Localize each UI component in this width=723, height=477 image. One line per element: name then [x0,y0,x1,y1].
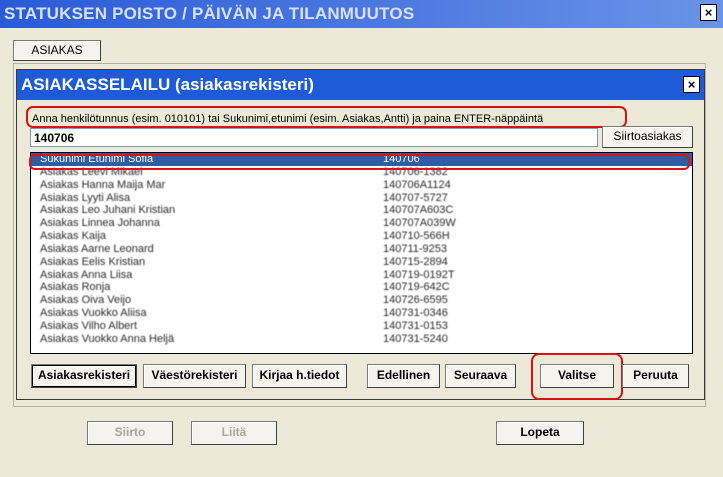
list-item-id: 140707A603C [383,204,454,217]
list-item[interactable]: Asiakas Vuokko Anna Heljä 140731-5240 [31,333,692,346]
dialog-title: ASIAKASSELAILU (asiakasrekisteri) [17,70,704,100]
next-button[interactable]: Seuraava [445,364,516,388]
list-item-id: 140706A1124 [383,178,451,191]
quit-button[interactable]: Lopeta [496,421,584,445]
list-item[interactable]: Asiakas Lyyti Alisa 140707-5727 [31,192,692,205]
tab-asiakas[interactable]: ASIAKAS [13,40,101,61]
write-info-button[interactable]: Kirjaa h.tiedot [252,364,347,388]
list-item[interactable]: Asiakas Hanna Maija Mar 140706A1124 [31,179,692,192]
move-button[interactable]: Siirto [87,421,173,445]
list-item-id: 140719-642C [383,281,450,294]
dialog-close-icon[interactable]: × [683,76,700,93]
list-item-name: Asiakas Aarne Leonard [40,242,154,255]
list-item-id: 140726-6595 [383,294,448,307]
list-item[interactable]: Asiakas Kaija 140710-566H [31,230,692,243]
list-item-name: Asiakas Ronja [40,281,111,294]
cancel-button[interactable]: Peruuta [622,364,689,388]
highlight-ring-select [531,353,623,400]
highlight-ring-instruction [26,106,627,128]
list-item-name: Asiakas Hanna Maija Mar [40,178,166,191]
list-item[interactable]: Asiakas Vilho Albert 140731-0153 [31,320,692,333]
highlight-ring-selected-row [29,154,690,170]
list-item-name: Asiakas Vuokko Anna Heljä [40,332,175,345]
list-item[interactable]: Asiakas Aarne Leonard 140711-9253 [31,243,692,256]
list-item-name: Asiakas Eelis Kristian [40,255,146,268]
list-item-name: Asiakas Leo Juhani Kristian [40,204,176,217]
list-item-id: 140719-0192T [383,268,455,281]
list-item-id: 140731-5240 [383,332,448,345]
list-item-id: 140731-0153 [383,319,448,332]
list-item-id: 140710-566H [383,230,450,243]
transfer-customer-button[interactable]: Siirtoasiakas [602,126,693,148]
window-title: STATUKSEN POISTO / PÄIVÄN JA TILANMUUTOS [0,0,723,28]
list-item-name: Asiakas Oiva Veijo [40,294,132,307]
window-close-icon[interactable]: × [700,4,717,21]
list-item-name: Asiakas Lyyti Alisa [40,191,131,204]
list-item-id: 140707A039W [383,217,456,230]
list-item-name: Asiakas Vuokko Aliisa [40,307,147,320]
list-item-id: 140715-2894 [383,255,448,268]
results-list[interactable]: Sukunimi Etunimi Sofia 140706 Asiakas Leev… [30,152,693,354]
list-item[interactable]: Asiakas Vuokko Aliisa 140731-0346 [31,307,692,320]
population-registry-button[interactable]: Väestörekisteri [143,364,246,388]
list-item[interactable]: Asiakas Linnea Johanna 140707A039W [31,217,692,230]
list-item-name: Asiakas Anna Liisa [40,268,133,281]
list-item-name: Asiakas Vilho Albert [40,319,138,332]
list-item-id: 140711-9253 [383,242,448,255]
list-item[interactable]: Asiakas Eelis Kristian 140715-2894 [31,256,692,269]
list-item[interactable]: Asiakas Ronja 140719-642C [31,281,692,294]
list-item-id: 140731-0346 [383,307,448,320]
customer-browse-dialog: ASIAKASSELAILU (asiakasrekisteri) × Anna… [16,69,705,400]
list-item-name: Asiakas Linnea Johanna [40,217,160,230]
list-item-id: 140707-5727 [383,191,448,204]
list-item[interactable]: Asiakas Oiva Veijo 140726-6595 [31,294,692,307]
attach-button[interactable]: Liitä [191,421,277,445]
list-item[interactable]: Asiakas Leo Juhani Kristian 140707A603C [31,204,692,217]
list-item-name: Asiakas Kaija [40,230,107,243]
customer-registry-button[interactable]: Asiakasrekisteri [31,364,137,388]
previous-button[interactable]: Edellinen [367,364,440,388]
list-item[interactable]: Asiakas Anna Liisa 140719-0192T [31,269,692,282]
search-input[interactable] [30,128,598,147]
